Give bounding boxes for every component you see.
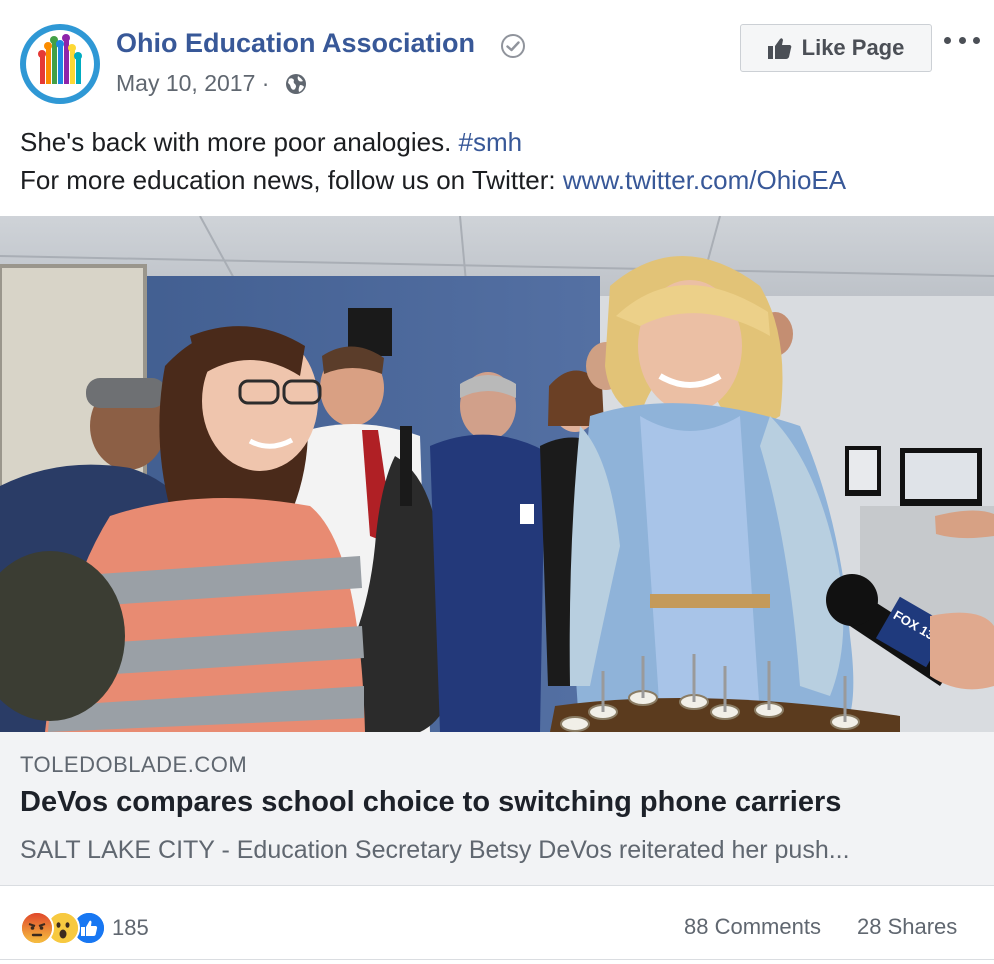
- post-stats-bar: [0, 900, 994, 960]
- page-name-link[interactable]: Ohio Education Association: [116, 28, 475, 59]
- post-message-line-2: For more education news, follow us on Tw…: [20, 161, 846, 199]
- post-message-line-1: She's back with more poor analogies. #sm…: [20, 123, 846, 161]
- link-description: SALT LAKE CITY - Education Secretary Bet…: [20, 836, 850, 864]
- reactions-summary[interactable]: 185: [20, 910, 149, 946]
- thumbs-up-icon: [767, 38, 791, 59]
- more-options-icon[interactable]: [944, 26, 980, 54]
- twitter-link[interactable]: www.twitter.com/OhioEA: [563, 165, 846, 195]
- globe-icon[interactable]: [284, 72, 308, 96]
- link-domain: TOLEDOBLADE.COM: [20, 752, 248, 777]
- post-message: She's back with more poor analogies. #sm…: [20, 123, 846, 199]
- angry-reaction-icon: [20, 911, 54, 945]
- hashtag-link[interactable]: #smh: [459, 127, 523, 157]
- link-preview-image[interactable]: FOX 13: [0, 216, 994, 732]
- reaction-count: 185: [112, 915, 149, 940]
- shares-count-link[interactable]: 28 Shares: [857, 914, 957, 940]
- news-photo: FOX 13: [0, 216, 994, 732]
- like-page-label: Like Page: [801, 35, 905, 60]
- page-avatar[interactable]: [20, 24, 100, 104]
- post-header: Ohio Education Association May 10, 2017 …: [0, 0, 994, 120]
- verified-badge-icon: [501, 34, 525, 58]
- link-headline[interactable]: DeVos compares school choice to switchin…: [20, 786, 841, 819]
- post-message-text: She's back with more poor analogies.: [20, 127, 452, 157]
- post-timestamp[interactable]: May 10, 2017 ·: [116, 70, 269, 97]
- comments-count-link[interactable]: 88 Comments: [684, 914, 821, 940]
- raised-hands-logo-icon: [38, 34, 82, 84]
- like-page-button[interactable]: Like Page: [740, 24, 932, 72]
- post-message-text-2: For more education news, follow us on Tw…: [20, 165, 556, 195]
